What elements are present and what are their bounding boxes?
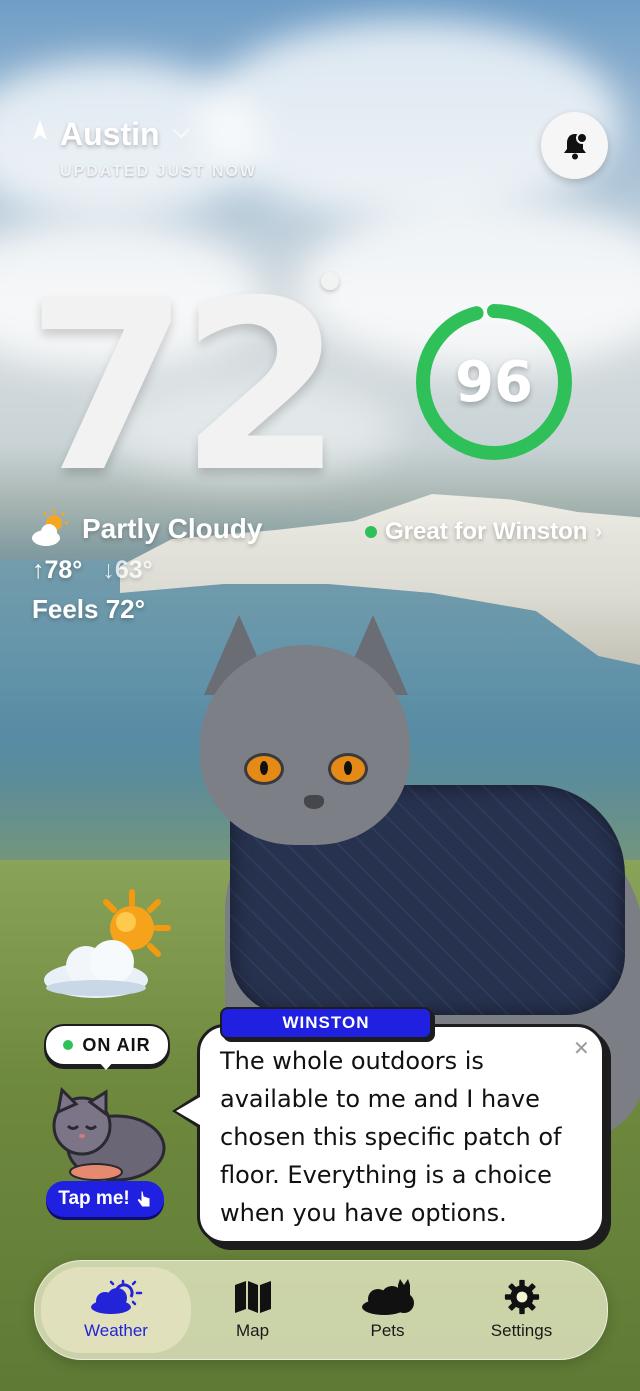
tab-pets-label: Pets <box>370 1321 405 1340</box>
tap-me-button[interactable]: Tap me! <box>46 1181 164 1217</box>
partly-cloudy-icon <box>32 510 68 546</box>
tab-map[interactable]: Map <box>181 1261 324 1359</box>
tab-pets[interactable]: Pets <box>316 1261 459 1359</box>
gear-icon <box>504 1279 539 1315</box>
speech-message: The whole outdoors is available to me an… <box>220 1047 562 1227</box>
chevron-right-icon: › <box>595 520 603 543</box>
speaker-tag: WINSTON <box>220 1007 432 1039</box>
pet-suitability-label: Great for Winston <box>385 518 588 545</box>
low-temp: ↓63° <box>102 556 153 584</box>
current-temperature: 72 <box>26 251 343 524</box>
hand-pointer-icon <box>136 1190 151 1208</box>
feels-like: Feels 72° <box>32 594 146 624</box>
bell-icon <box>563 131 588 159</box>
updated-status: UPDATED JUST NOW <box>60 163 258 180</box>
notifications-button[interactable] <box>541 112 608 179</box>
tab-settings[interactable]: Settings <box>450 1261 593 1359</box>
on-air-label: ON AIR <box>82 1034 151 1055</box>
pet-score-value: 96 <box>455 349 533 415</box>
high-low-row: ↑78° ↓63° <box>32 556 153 585</box>
partly-cloudy-icon <box>44 889 171 998</box>
live-dot <box>63 1040 74 1050</box>
tab-settings-label: Settings <box>490 1321 553 1340</box>
on-air-badge: ON AIR <box>44 1024 170 1066</box>
high-temp: ↑78° <box>32 556 83 584</box>
location-selector[interactable]: Austin <box>32 116 190 153</box>
tap-me-label: Tap me! <box>58 1188 130 1209</box>
pet-suitability-link[interactable]: Great for Winston › <box>365 518 602 546</box>
map-icon <box>234 1281 271 1313</box>
tab-weather[interactable]: Weather <box>41 1267 191 1353</box>
chevron-down-icon <box>172 124 190 145</box>
weather-icon <box>91 1279 143 1314</box>
bottom-nav: Weather Map Pets Settings <box>34 1260 608 1360</box>
pets-icon <box>361 1279 414 1315</box>
city-name: Austin <box>60 116 160 152</box>
condition-row: Partly Cloudy <box>30 510 262 548</box>
pet-score-ring[interactable]: 96 <box>412 300 576 464</box>
degree-symbol <box>321 272 339 290</box>
sleeping-cat-mascot[interactable] <box>46 1086 168 1186</box>
tab-map-label: Map <box>235 1321 270 1340</box>
condition-text: Partly Cloudy <box>82 513 263 544</box>
tab-weather-label: Weather <box>84 1321 148 1340</box>
location-arrow-icon <box>32 119 48 147</box>
status-dot <box>365 526 377 538</box>
